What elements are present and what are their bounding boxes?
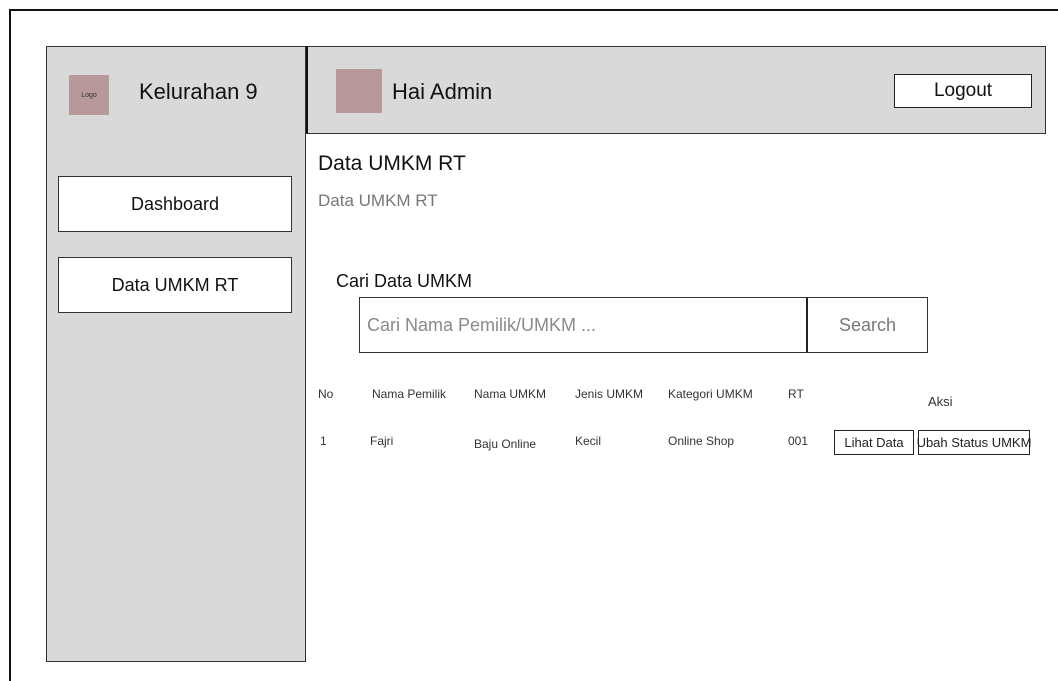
sidebar-item-dashboard[interactable]: Dashboard — [58, 176, 292, 232]
search-button[interactable]: Search — [806, 297, 928, 353]
logout-button[interactable]: Logout — [894, 74, 1032, 108]
column-header-aksi: Aksi — [928, 394, 953, 409]
column-header-no: No — [318, 387, 334, 401]
cell-kategori-umkm: Online Shop — [668, 434, 735, 448]
logo: Logo — [69, 75, 109, 115]
change-status-button[interactable]: Ubah Status UMKM — [917, 430, 1031, 455]
column-header-kategori-umkm: Kategori UMKM — [668, 387, 753, 401]
column-header-nama-pemilik: Nama Pemilik — [372, 387, 447, 401]
search-input[interactable] — [359, 297, 807, 353]
sidebar-item-data-umkm-rt[interactable]: Data UMKM RT — [58, 257, 292, 313]
avatar — [336, 69, 382, 113]
cell-rt: 001 — [788, 434, 809, 448]
view-data-button[interactable]: Lihat Data — [834, 430, 914, 455]
page-title: Data UMKM RT — [318, 152, 466, 175]
cell-jenis-umkm: Kecil — [575, 434, 602, 448]
breadcrumb: Data UMKM RT — [318, 191, 438, 210]
logo-text: Logo — [81, 91, 97, 99]
greeting: Hai Admin — [392, 79, 493, 104]
brand-name: Kelurahan 9 — [139, 79, 258, 104]
header-bar: Hai Admin Logout — [306, 46, 1046, 134]
search-label: Cari Data UMKM — [336, 271, 473, 291]
cell-no: 1 — [320, 434, 327, 448]
column-header-nama-umkm: Nama UMKM — [474, 387, 547, 401]
sidebar-item-label: Data UMKM RT — [111, 274, 239, 295]
cell-nama-pemilik: Fajri — [370, 434, 394, 448]
sidebar-item-label: Dashboard — [130, 193, 220, 214]
column-header-rt: RT — [788, 387, 804, 401]
cell-nama-umkm: Baju Online — [474, 437, 537, 451]
column-header-jenis-umkm: Jenis UMKM — [575, 387, 644, 401]
sidebar: Logo Kelurahan 9 Dashboard Data UMKM RT — [46, 46, 306, 662]
